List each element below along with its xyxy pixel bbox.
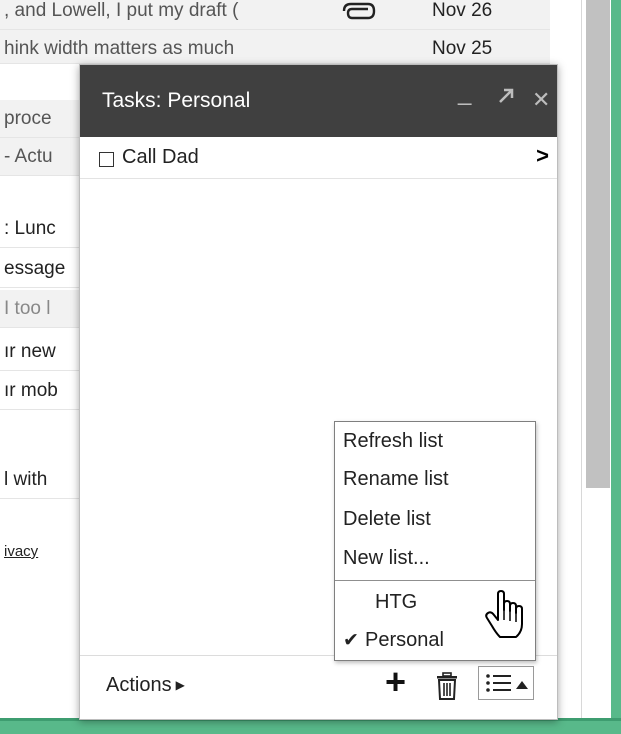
menu-item-new-list[interactable]: New list...: [343, 547, 430, 570]
menu-item-list-personal[interactable]: ✔ Personal: [343, 629, 444, 652]
privacy-link[interactable]: ivacy: [4, 543, 38, 560]
task-label[interactable]: Call Dad: [122, 146, 199, 169]
actions-label: Actions: [106, 674, 172, 696]
minimize-icon[interactable]: _: [458, 79, 471, 107]
tasks-footer: Actions ▶ +: [80, 655, 557, 719]
trash-icon[interactable]: [435, 672, 459, 700]
mail-date: Nov 25: [432, 38, 493, 59]
mail-snippet: : Lunc: [4, 218, 56, 239]
mail-row[interactable]: hink width matters as much Nov 25: [0, 30, 550, 64]
mail-snippet: hink width matters as much: [4, 38, 235, 59]
chevron-right-icon[interactable]: >: [536, 143, 549, 169]
window-frame-right: [611, 0, 621, 734]
hand-cursor-icon: [485, 590, 523, 638]
mail-snippet: - Actu: [4, 146, 53, 167]
menu-item-rename-list[interactable]: Rename list: [343, 468, 449, 491]
checkmark-icon: ✔: [343, 630, 359, 651]
task-item[interactable]: Call Dad >: [80, 137, 557, 179]
mail-snippet: essage: [4, 258, 66, 279]
mail-snippet: ır new: [4, 341, 56, 362]
menu-item-list-htg[interactable]: HTG: [375, 591, 417, 614]
list-menu-icon: [486, 674, 528, 692]
mail-date: Nov 26: [432, 0, 493, 21]
list-menu-button[interactable]: [478, 666, 534, 700]
mail-snippet: l with: [4, 469, 48, 490]
close-icon[interactable]: ✕: [532, 87, 550, 113]
mail-row[interactable]: , and Lowell, I put my draft ( Nov 26: [0, 0, 550, 30]
tasks-title: Tasks: Personal: [102, 89, 251, 112]
actions-menu-button[interactable]: Actions ▶: [106, 674, 185, 697]
mail-snippet: proce: [4, 108, 52, 129]
plus-icon[interactable]: +: [385, 664, 406, 700]
mail-snippet: , and Lowell, I put my draft (: [4, 0, 239, 21]
task-checkbox[interactable]: [99, 152, 114, 167]
attachment-icon: [342, 2, 376, 20]
popout-icon[interactable]: [496, 85, 516, 113]
menu-separator: [335, 580, 535, 581]
mail-snippet: ır mob: [4, 380, 58, 401]
menu-item-delete-list[interactable]: Delete list: [343, 508, 431, 531]
tasks-header: Tasks: Personal _ ✕: [80, 65, 557, 137]
menu-item-refresh-list[interactable]: Refresh list: [343, 430, 443, 453]
mail-snippet: I too l: [4, 298, 51, 319]
menu-item-label: Personal: [365, 629, 444, 651]
triangle-right-icon: ▶: [175, 678, 185, 692]
scrollbar-thumb[interactable]: [586, 0, 610, 488]
